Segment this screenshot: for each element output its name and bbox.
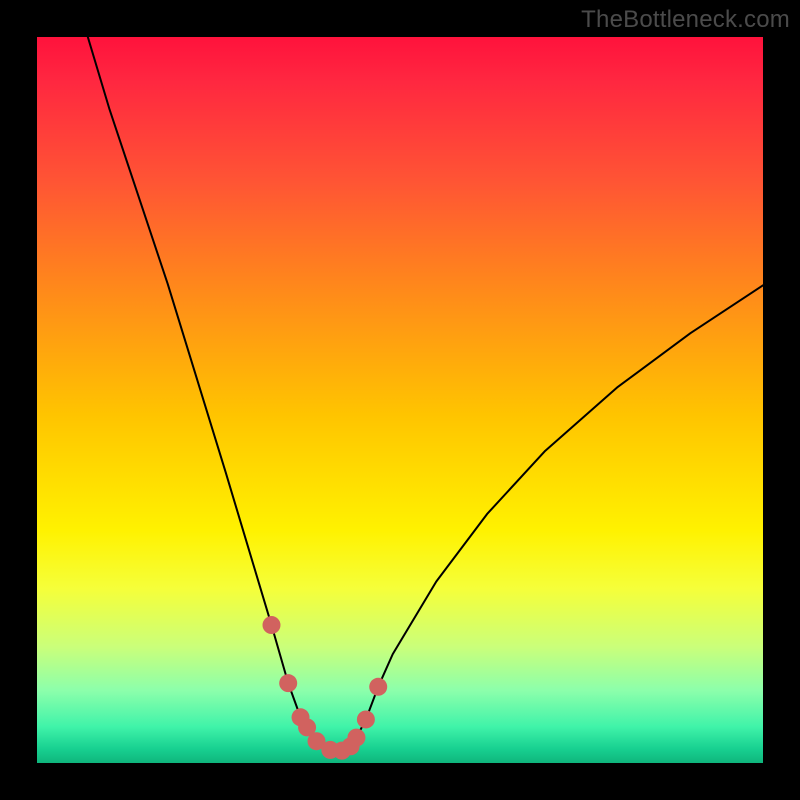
highlight-dot xyxy=(347,729,365,747)
highlight-dot xyxy=(263,616,281,634)
marked-dots xyxy=(263,616,388,760)
watermark-text: TheBottleneck.com xyxy=(581,6,790,34)
curve-svg xyxy=(37,37,763,763)
highlight-dot xyxy=(279,674,297,692)
highlight-dot xyxy=(357,710,375,728)
chart-stage: TheBottleneck.com xyxy=(0,0,800,800)
plot-area xyxy=(37,37,763,763)
bottleneck-curve xyxy=(88,37,763,751)
highlight-dot xyxy=(369,678,387,696)
